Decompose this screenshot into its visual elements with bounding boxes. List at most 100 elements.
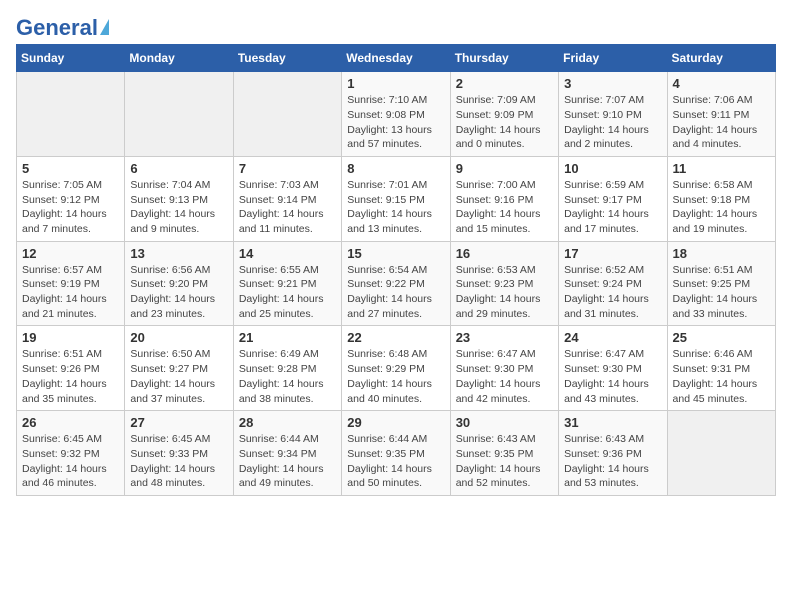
day-number: 6 — [130, 161, 227, 176]
header-cell-wednesday: Wednesday — [342, 45, 450, 72]
day-info: Sunrise: 7:09 AM Sunset: 9:09 PM Dayligh… — [456, 93, 553, 152]
calendar-cell: 5Sunrise: 7:05 AM Sunset: 9:12 PM Daylig… — [17, 156, 125, 241]
day-info: Sunrise: 7:06 AM Sunset: 9:11 PM Dayligh… — [673, 93, 770, 152]
calendar-week-row: 1Sunrise: 7:10 AM Sunset: 9:08 PM Daylig… — [17, 72, 776, 157]
day-info: Sunrise: 7:05 AM Sunset: 9:12 PM Dayligh… — [22, 178, 119, 237]
day-number: 13 — [130, 246, 227, 261]
day-info: Sunrise: 7:03 AM Sunset: 9:14 PM Dayligh… — [239, 178, 336, 237]
calendar-cell: 25 Sunrise: 6:46 AM Sunset: 9:31 PM Dayli… — [667, 326, 775, 411]
day-number: 10 — [564, 161, 661, 176]
calendar-cell: 30 Sunrise: 6:43 AM Sunset: 9:35 PM Dayli… — [450, 411, 558, 496]
calendar-cell: 4 Sunrise: 7:06 AM Sunset: 9:11 PM Daylig… — [667, 72, 775, 157]
day-info: Sunrise: 6:49 AM Sunset: 9:28 PM Dayligh… — [239, 347, 336, 406]
day-number: 21 — [239, 330, 336, 345]
day-number: 27 — [130, 415, 227, 430]
logo: General — [16, 16, 109, 36]
calendar-cell: 6 Sunrise: 7:04 AM Sunset: 9:13 PM Daylig… — [125, 156, 233, 241]
day-number: 22 — [347, 330, 444, 345]
calendar-cell — [17, 72, 125, 157]
day-number: 19 — [22, 330, 119, 345]
header-cell-sunday: Sunday — [17, 45, 125, 72]
day-info: Sunrise: 7:01 AM Sunset: 9:15 PM Dayligh… — [347, 178, 444, 237]
day-number: 2 — [456, 76, 553, 91]
day-info: Sunrise: 6:45 AM Sunset: 9:33 PM Dayligh… — [130, 432, 227, 491]
calendar-cell: 9 Sunrise: 7:00 AM Sunset: 9:16 PM Daylig… — [450, 156, 558, 241]
calendar-cell: 22 Sunrise: 6:48 AM Sunset: 9:29 PM Dayli… — [342, 326, 450, 411]
day-number: 15 — [347, 246, 444, 261]
day-number: 4 — [673, 76, 770, 91]
day-info: Sunrise: 6:51 AM Sunset: 9:25 PM Dayligh… — [673, 263, 770, 322]
calendar-cell: 24 Sunrise: 6:47 AM Sunset: 9:30 PM Dayli… — [559, 326, 667, 411]
calendar-cell: 19 Sunrise: 6:51 AM Sunset: 9:26 PM Dayli… — [17, 326, 125, 411]
calendar-cell: 20Sunrise: 6:50 AM Sunset: 9:27 PM Dayli… — [125, 326, 233, 411]
calendar-week-row: 12 Sunrise: 6:57 AM Sunset: 9:19 PM Dayli… — [17, 241, 776, 326]
day-info: Sunrise: 6:54 AM Sunset: 9:22 PM Dayligh… — [347, 263, 444, 322]
day-number: 29 — [347, 415, 444, 430]
calendar-cell — [233, 72, 341, 157]
header-cell-saturday: Saturday — [667, 45, 775, 72]
calendar-table: SundayMondayTuesdayWednesdayThursdayFrid… — [16, 44, 776, 496]
calendar-cell: 12 Sunrise: 6:57 AM Sunset: 9:19 PM Dayli… — [17, 241, 125, 326]
logo-triangle-icon — [100, 19, 109, 35]
header-cell-tuesday: Tuesday — [233, 45, 341, 72]
calendar-cell: 21 Sunrise: 6:49 AM Sunset: 9:28 PM Dayli… — [233, 326, 341, 411]
calendar-week-row: 5Sunrise: 7:05 AM Sunset: 9:12 PM Daylig… — [17, 156, 776, 241]
day-number: 25 — [673, 330, 770, 345]
day-number: 11 — [673, 161, 770, 176]
day-number: 1 — [347, 76, 444, 91]
header-cell-monday: Monday — [125, 45, 233, 72]
day-info: Sunrise: 6:47 AM Sunset: 9:30 PM Dayligh… — [564, 347, 661, 406]
day-info: Sunrise: 6:53 AM Sunset: 9:23 PM Dayligh… — [456, 263, 553, 322]
day-info: Sunrise: 6:44 AM Sunset: 9:34 PM Dayligh… — [239, 432, 336, 491]
calendar-cell: 11Sunrise: 6:58 AM Sunset: 9:18 PM Dayli… — [667, 156, 775, 241]
calendar-cell — [667, 411, 775, 496]
day-info: Sunrise: 6:59 AM Sunset: 9:17 PM Dayligh… — [564, 178, 661, 237]
calendar-cell: 1Sunrise: 7:10 AM Sunset: 9:08 PM Daylig… — [342, 72, 450, 157]
day-info: Sunrise: 6:46 AM Sunset: 9:31 PM Dayligh… — [673, 347, 770, 406]
day-info: Sunrise: 6:48 AM Sunset: 9:29 PM Dayligh… — [347, 347, 444, 406]
day-number: 23 — [456, 330, 553, 345]
day-number: 30 — [456, 415, 553, 430]
day-info: Sunrise: 6:43 AM Sunset: 9:35 PM Dayligh… — [456, 432, 553, 491]
day-number: 28 — [239, 415, 336, 430]
day-number: 26 — [22, 415, 119, 430]
calendar-cell: 2 Sunrise: 7:09 AM Sunset: 9:09 PM Daylig… — [450, 72, 558, 157]
day-number: 9 — [456, 161, 553, 176]
header-cell-friday: Friday — [559, 45, 667, 72]
calendar-cell: 3 Sunrise: 7:07 AM Sunset: 9:10 PM Daylig… — [559, 72, 667, 157]
page-header: General — [16, 16, 776, 36]
day-info: Sunrise: 7:07 AM Sunset: 9:10 PM Dayligh… — [564, 93, 661, 152]
calendar-cell: 23 Sunrise: 6:47 AM Sunset: 9:30 PM Dayli… — [450, 326, 558, 411]
day-number: 8 — [347, 161, 444, 176]
day-info: Sunrise: 7:04 AM Sunset: 9:13 PM Dayligh… — [130, 178, 227, 237]
calendar-cell: 29 Sunrise: 6:44 AM Sunset: 9:35 PM Dayli… — [342, 411, 450, 496]
day-info: Sunrise: 7:00 AM Sunset: 9:16 PM Dayligh… — [456, 178, 553, 237]
day-number: 12 — [22, 246, 119, 261]
calendar-cell: 14Sunrise: 6:55 AM Sunset: 9:21 PM Dayli… — [233, 241, 341, 326]
day-info: Sunrise: 6:56 AM Sunset: 9:20 PM Dayligh… — [130, 263, 227, 322]
calendar-cell: 17 Sunrise: 6:52 AM Sunset: 9:24 PM Dayli… — [559, 241, 667, 326]
calendar-cell: 26Sunrise: 6:45 AM Sunset: 9:32 PM Dayli… — [17, 411, 125, 496]
calendar-cell: 10 Sunrise: 6:59 AM Sunset: 9:17 PM Dayli… — [559, 156, 667, 241]
header-cell-thursday: Thursday — [450, 45, 558, 72]
calendar-cell: 16 Sunrise: 6:53 AM Sunset: 9:23 PM Dayli… — [450, 241, 558, 326]
day-info: Sunrise: 6:50 AM Sunset: 9:27 PM Dayligh… — [130, 347, 227, 406]
day-info: Sunrise: 6:51 AM Sunset: 9:26 PM Dayligh… — [22, 347, 119, 406]
calendar-week-row: 26Sunrise: 6:45 AM Sunset: 9:32 PM Dayli… — [17, 411, 776, 496]
day-number: 3 — [564, 76, 661, 91]
calendar-cell: 31Sunrise: 6:43 AM Sunset: 9:36 PM Dayli… — [559, 411, 667, 496]
day-info: Sunrise: 6:47 AM Sunset: 9:30 PM Dayligh… — [456, 347, 553, 406]
calendar-week-row: 19 Sunrise: 6:51 AM Sunset: 9:26 PM Dayli… — [17, 326, 776, 411]
calendar-cell: 27 Sunrise: 6:45 AM Sunset: 9:33 PM Dayli… — [125, 411, 233, 496]
logo-general: General — [16, 16, 98, 40]
calendar-cell: 28 Sunrise: 6:44 AM Sunset: 9:34 PM Dayli… — [233, 411, 341, 496]
day-info: Sunrise: 6:44 AM Sunset: 9:35 PM Dayligh… — [347, 432, 444, 491]
calendar-cell: 7Sunrise: 7:03 AM Sunset: 9:14 PM Daylig… — [233, 156, 341, 241]
day-info: Sunrise: 6:57 AM Sunset: 9:19 PM Dayligh… — [22, 263, 119, 322]
calendar-cell: 15 Sunrise: 6:54 AM Sunset: 9:22 PM Dayli… — [342, 241, 450, 326]
day-number: 16 — [456, 246, 553, 261]
day-info: Sunrise: 6:52 AM Sunset: 9:24 PM Dayligh… — [564, 263, 661, 322]
day-info: Sunrise: 6:43 AM Sunset: 9:36 PM Dayligh… — [564, 432, 661, 491]
day-number: 17 — [564, 246, 661, 261]
day-number: 24 — [564, 330, 661, 345]
